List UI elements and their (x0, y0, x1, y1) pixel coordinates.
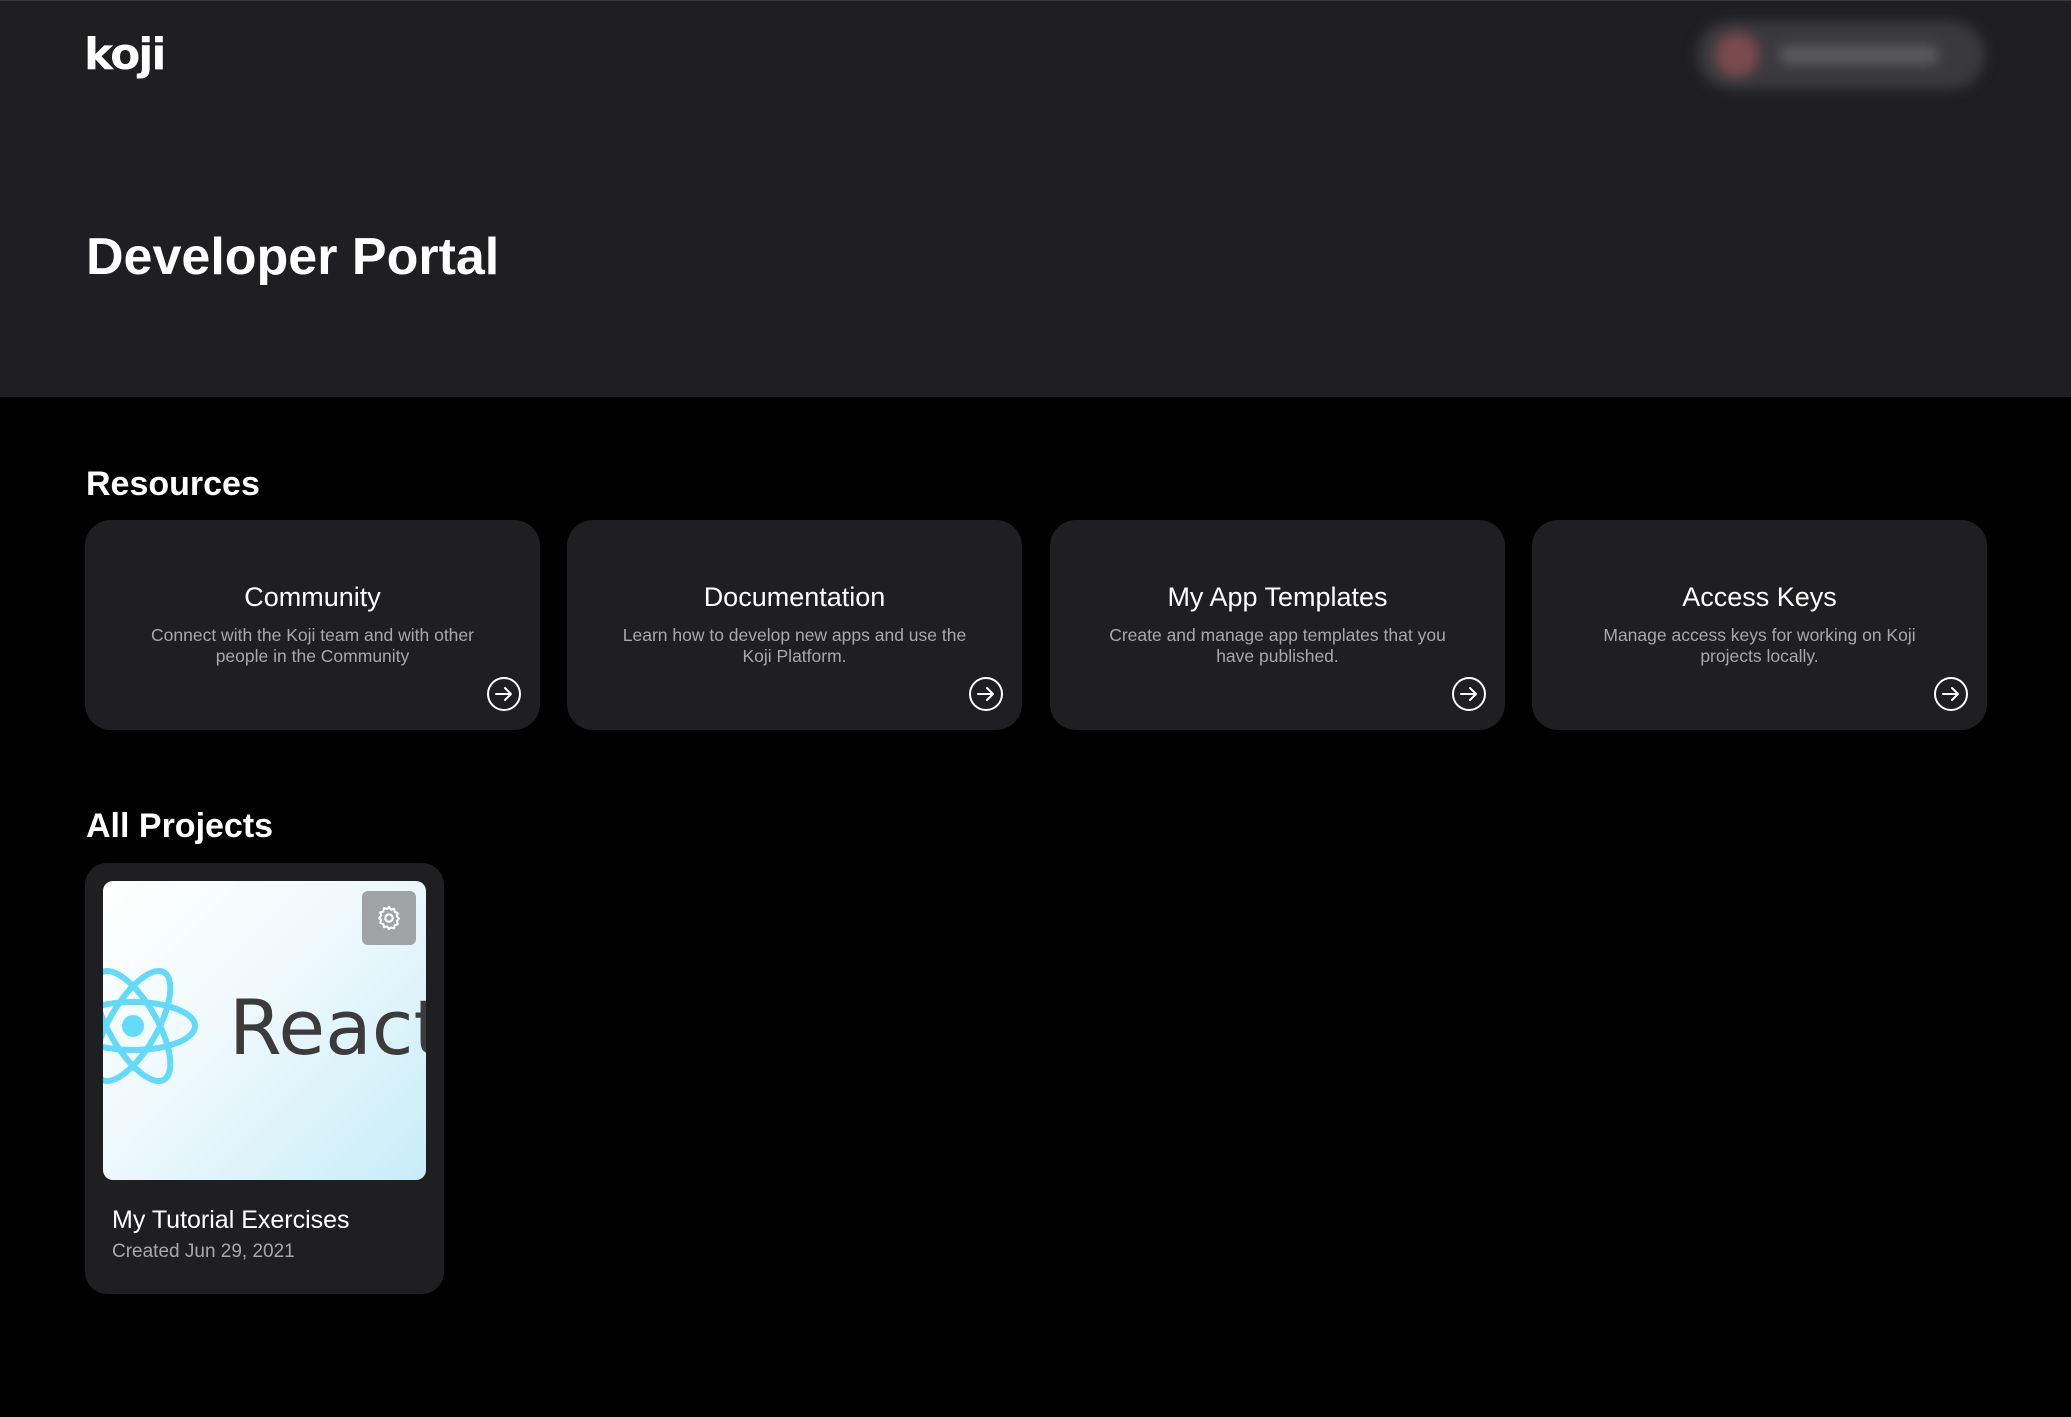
project-settings-button[interactable] (362, 891, 416, 945)
project-created-date: Created Jun 29, 2021 (112, 1241, 295, 1262)
card-description: Learn how to develop new apps and use th… (622, 625, 967, 666)
all-projects-heading: All Projects (86, 807, 274, 845)
card-description: Create and manage app templates that you… (1109, 625, 1446, 666)
card-description: Manage access keys for working on Koji p… (1603, 625, 1916, 666)
resources-cards: Community Connect with the Koji team and… (85, 520, 1988, 730)
arrow-right-circle-icon[interactable] (1933, 676, 1969, 712)
card-title: Access Keys (1682, 582, 1837, 612)
card-title: My App Templates (1167, 582, 1388, 612)
resource-card-community[interactable]: Community Connect with the Koji team and… (85, 520, 540, 730)
arrow-right-circle-icon[interactable] (486, 676, 522, 712)
project-thumbnail[interactable]: React (103, 881, 426, 1180)
page-title: Developer Portal (86, 228, 500, 286)
project-card[interactable]: React My Tutorial Exercises Created Jun … (85, 863, 444, 1294)
card-title: Community (244, 582, 381, 612)
card-description: Connect with the Koji team and with othe… (151, 625, 474, 666)
resource-card-my-app-templates[interactable]: My App Templates Create and manage app t… (1050, 520, 1505, 730)
koji-logo[interactable]: koji (84, 29, 166, 80)
gear-icon (378, 905, 400, 931)
resource-card-access-keys[interactable]: Access Keys Manage access keys for worki… (1532, 520, 1987, 730)
resource-card-documentation[interactable]: Documentation Learn how to develop new a… (567, 520, 1022, 730)
project-name[interactable]: My Tutorial Exercises (112, 1206, 350, 1235)
resources-heading: Resources (86, 465, 260, 503)
react-logo-icon (103, 967, 198, 1085)
arrow-right-circle-icon[interactable] (968, 676, 1004, 712)
header: koji Developer Portal (0, 0, 2071, 397)
thumbnail-text: React (229, 983, 426, 1072)
arrow-right-circle-icon[interactable] (1451, 676, 1487, 712)
user-menu-button[interactable] (1697, 21, 1985, 89)
avatar (1715, 33, 1759, 77)
user-name-redacted (1779, 46, 1939, 64)
card-title: Documentation (703, 582, 886, 612)
